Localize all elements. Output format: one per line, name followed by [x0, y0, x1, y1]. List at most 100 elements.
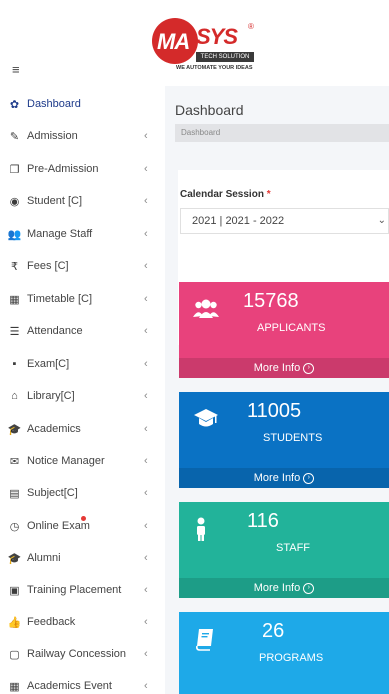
sidebar-item-label: Academics [27, 423, 81, 435]
chevron-left-icon: ‹ [144, 293, 148, 305]
chevron-left-icon: ‹ [144, 390, 148, 402]
top-bar: MA SYS ® TECH SOLUTION WE AUTOMATE YOUR … [0, 0, 389, 86]
chevron-left-icon: ‹ [144, 228, 148, 240]
chevron-left-icon: ‹ [144, 584, 148, 596]
thumbs-up-icon: 👍 [7, 616, 22, 629]
sidebar-item-fees[interactable]: ₹ Fees [C] ‹ [0, 250, 165, 282]
graduation-cap-icon: 🎓 [7, 423, 22, 436]
circle-arrow-right-icon: › [303, 472, 315, 484]
rupee-icon: ₹ [11, 260, 18, 273]
more-info-link[interactable]: More Info › [179, 358, 389, 378]
sidebar-item-label: Timetable [C] [27, 293, 93, 305]
sidebar-item-alumni[interactable]: 🎓 Alumni ‹ [0, 542, 165, 574]
stat-label: STAFF [276, 542, 311, 554]
page-title: Dashboard [175, 102, 244, 118]
stat-value: 116 [247, 510, 279, 532]
sidebar-item-training-placement[interactable]: ▣ Training Placement ‹ [0, 574, 165, 606]
calendar-session-select[interactable]: 2021 | 2021 - 2022 ⌄ [180, 208, 389, 234]
sidebar-item-railway-concession[interactable]: ▢ Railway Concession ‹ [0, 638, 165, 670]
sidebar-item-dashboard[interactable]: ✿ Dashboard [0, 88, 165, 120]
session-label: Calendar Session * [180, 189, 271, 200]
users-icon: 👥 [7, 228, 22, 241]
more-info-link[interactable]: More Info › [179, 468, 389, 488]
book-icon [196, 629, 213, 651]
chevron-left-icon: ‹ [144, 260, 148, 272]
train-icon: ▢ [9, 648, 20, 661]
sidebar-item-admission[interactable]: ✎ Admission ‹ [0, 120, 165, 152]
sidebar-item-online-exam[interactable]: ◷ Online Exam ‹ [0, 510, 165, 542]
sidebar-item-timetable[interactable]: ▦ Timetable [C] ‹ [0, 283, 165, 315]
sidebar-item-library[interactable]: ⌂ Library[C] ‹ [0, 380, 165, 412]
breadcrumb[interactable]: Dashboard [175, 124, 389, 142]
circle-arrow-right-icon: › [303, 582, 315, 594]
sidebar-item-attendance[interactable]: ☰ Attendance ‹ [0, 315, 165, 347]
more-info-label: More Info [253, 472, 301, 484]
sidebar: ✿ Dashboard ✎ Admission ‹ ❐ Pre-Admissio… [0, 86, 165, 694]
registered-mark: ® [248, 22, 254, 31]
sidebar-item-label: Exam[C] [27, 358, 70, 370]
sidebar-item-academics[interactable]: 🎓 Academics ‹ [0, 413, 165, 445]
required-mark: * [266, 189, 271, 200]
more-info-label: More Info [253, 582, 301, 594]
stat-label: STUDENTS [263, 432, 323, 444]
sidebar-item-label: Dashboard [27, 98, 81, 110]
user-circle-icon: ◉ [9, 195, 20, 208]
briefcase-icon: ▣ [9, 584, 20, 597]
stat-label: APPLICANTS [257, 322, 326, 334]
sidebar-item-label: Railway Concession [27, 648, 127, 660]
graduation-cap-icon: 🎓 [7, 552, 22, 565]
chevron-left-icon: ‹ [144, 616, 148, 628]
sidebar-item-label: Training Placement [27, 584, 122, 596]
notification-dot [81, 516, 86, 521]
sidebar-item-subject[interactable]: ▤ Subject[C] ‹ [0, 477, 165, 509]
sidebar-item-feedback[interactable]: 👍 Feedback ‹ [0, 606, 165, 638]
sidebar-item-manage-staff[interactable]: 👥 Manage Staff ‹ [0, 218, 165, 250]
sidebar-item-label: Admission [27, 130, 78, 142]
logo-tagline: TECH SOLUTION [196, 52, 254, 62]
sidebar-item-label: Pre-Admission [27, 163, 99, 175]
chevron-left-icon: ‹ [144, 552, 148, 564]
chevron-left-icon: ‹ [144, 423, 148, 435]
sidebar-item-label: Notice Manager [27, 455, 105, 467]
stat-value: 11005 [247, 400, 302, 422]
calendar-icon: ▦ [9, 293, 20, 306]
bank-icon: ⌂ [11, 390, 18, 402]
list-icon: ☰ [9, 325, 20, 338]
chevron-left-icon: ‹ [144, 358, 148, 370]
sidebar-item-exam[interactable]: ▪ Exam[C] ‹ [0, 348, 165, 380]
note-icon: ▪ [12, 358, 17, 370]
edit-icon: ✎ [9, 130, 20, 143]
logo-text-right: SYS [196, 24, 238, 49]
sidebar-item-academics-event[interactable]: ▦ Academics Event ‹ [0, 670, 165, 694]
sidebar-item-label: Alumni [27, 552, 61, 564]
clock-icon: ◷ [9, 520, 20, 533]
sidebar-item-label: Fees [C] [27, 260, 69, 272]
graduation-cap-icon [194, 409, 218, 427]
chevron-left-icon: ‹ [144, 130, 148, 142]
sidebar-item-notice-manager[interactable]: ✉ Notice Manager ‹ [0, 445, 165, 477]
users-icon [193, 299, 219, 318]
chevron-left-icon: ‹ [144, 680, 148, 692]
chevron-left-icon: ‹ [144, 163, 148, 175]
logo-text-left: MA [157, 29, 190, 54]
stat-card-applicants: 15768 APPLICANTS More Info › [179, 282, 389, 378]
chevron-left-icon: ‹ [144, 325, 148, 337]
book-icon: ▤ [9, 487, 20, 500]
sidebar-item-label: Library[C] [27, 390, 75, 402]
hamburger-menu-icon[interactable]: ≡ [12, 62, 20, 77]
sidebar-item-label: Academics Event [27, 680, 112, 692]
chevron-left-icon: ‹ [144, 520, 148, 532]
stat-label: PROGRAMS [259, 652, 324, 664]
stat-card-students: 11005 STUDENTS More Info › [179, 392, 389, 488]
more-info-link[interactable]: More Info › [179, 578, 389, 598]
stat-value: 15768 [243, 290, 299, 312]
sidebar-item-student[interactable]: ◉ Student [C] ‹ [0, 185, 165, 217]
sidebar-item-pre-admission[interactable]: ❐ Pre-Admission ‹ [0, 153, 165, 185]
envelope-icon: ✉ [9, 455, 20, 468]
sidebar-item-label: Online Exam [27, 520, 90, 532]
brand-logo[interactable]: MA SYS ® TECH SOLUTION WE AUTOMATE YOUR … [152, 14, 262, 74]
circle-arrow-right-icon: › [303, 362, 315, 374]
chevron-left-icon: ‹ [144, 195, 148, 207]
sidebar-item-label: Attendance [27, 325, 83, 337]
sidebar-item-label: Student [C] [27, 195, 83, 207]
